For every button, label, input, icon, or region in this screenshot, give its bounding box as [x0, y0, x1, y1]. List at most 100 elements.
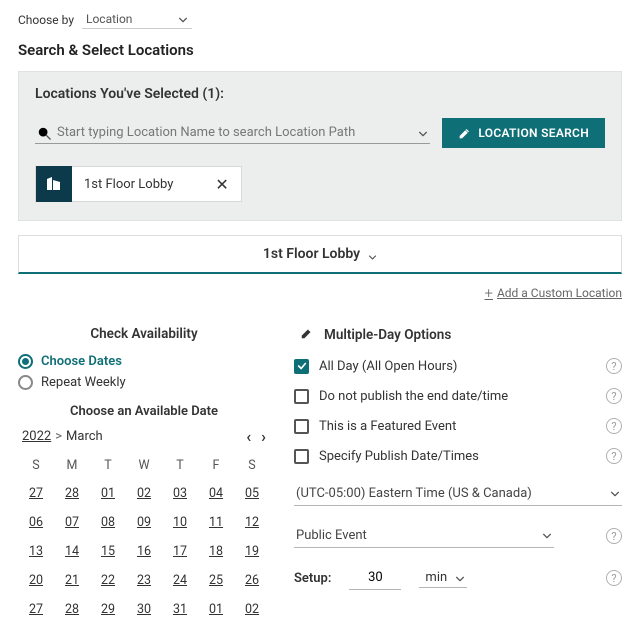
calendar-day[interactable]: 01 [90, 479, 126, 508]
timezone-value: (UTC-05:00) Eastern Time (US & Canada) [296, 486, 532, 501]
calendar-grid: SMTWTFS 27280102030405060708091011121314… [18, 452, 270, 624]
calendar-day[interactable]: 02 [234, 595, 270, 624]
calendar-day[interactable]: 28 [54, 595, 90, 624]
calendar-dow: F [198, 452, 234, 479]
option-specify-publish[interactable]: Specify Publish Date/Times ? [294, 448, 622, 464]
calendar-day[interactable]: 03 [162, 479, 198, 508]
calendar-day[interactable]: 31 [162, 595, 198, 624]
choose-by-value: Location [86, 12, 132, 26]
calendar-dow: T [90, 452, 126, 479]
calendar-day[interactable]: 06 [18, 508, 54, 537]
chevron-down-icon [178, 14, 188, 24]
radio-label: Choose Dates [41, 354, 122, 369]
calendar-day[interactable]: 10 [162, 508, 198, 537]
section-title: Search & Select Locations [18, 41, 622, 59]
visibility-value: Public Event [296, 528, 367, 543]
pencil-icon [300, 326, 314, 344]
checkbox-icon [294, 449, 309, 464]
calendar-day[interactable]: 30 [126, 595, 162, 624]
calendar-day[interactable]: 20 [18, 566, 54, 595]
chevron-down-icon [542, 530, 552, 540]
option-all-day[interactable]: All Day (All Open Hours) ? [294, 358, 622, 374]
panel-title: Locations You've Selected (1): [35, 86, 605, 102]
setup-unit-select[interactable]: min [419, 568, 467, 588]
visibility-select[interactable]: Public Event [294, 524, 554, 548]
calendar-prev[interactable]: ‹ [246, 427, 251, 446]
calendar-day[interactable]: 11 [198, 508, 234, 537]
radio-choose-dates[interactable]: Choose Dates [18, 354, 270, 369]
calendar-day[interactable]: 24 [162, 566, 198, 595]
radio-label: Repeat Weekly [41, 375, 126, 390]
location-search-input-wrap[interactable] [35, 122, 430, 144]
location-expand-label: 1st Floor Lobby [263, 246, 360, 262]
calendar-day[interactable]: 23 [126, 566, 162, 595]
checkbox-icon [294, 389, 309, 404]
help-icon[interactable]: ? [606, 448, 622, 464]
choose-by-select[interactable]: Location [82, 10, 192, 29]
checkbox-icon [294, 359, 309, 374]
calendar-day[interactable]: 02 [126, 479, 162, 508]
calendar-dow: T [162, 452, 198, 479]
calendar-day[interactable]: 04 [198, 479, 234, 508]
timezone-select[interactable]: (UTC-05:00) Eastern Time (US & Canada) [294, 482, 622, 506]
calendar-day[interactable]: 01 [198, 595, 234, 624]
calendar-day[interactable]: 08 [90, 508, 126, 537]
calendar-day[interactable]: 27 [18, 479, 54, 508]
option-label: All Day (All Open Hours) [319, 359, 457, 374]
help-icon[interactable]: ? [606, 358, 622, 374]
chevron-down-icon [455, 573, 465, 583]
checkbox-icon [294, 419, 309, 434]
calendar-day[interactable]: 05 [234, 479, 270, 508]
option-no-end[interactable]: Do not publish the end date/time ? [294, 388, 622, 404]
calendar-day[interactable]: 21 [54, 566, 90, 595]
remove-location-button[interactable]: ✕ [203, 175, 240, 194]
availability-title: Check Availability [18, 326, 270, 342]
chevron-down-icon[interactable] [418, 128, 428, 138]
calendar-day[interactable]: 07 [54, 508, 90, 537]
options-title: Multiple-Day Options [324, 327, 451, 343]
calendar-day[interactable]: 12 [234, 508, 270, 537]
setup-value-input[interactable] [349, 566, 401, 590]
location-search-button-label: LOCATION SEARCH [478, 126, 589, 140]
location-search-input[interactable] [57, 125, 408, 140]
radio-icon [18, 375, 33, 390]
location-chip-label: 1st Floor Lobby [72, 177, 203, 192]
calendar-month: March [66, 429, 103, 444]
calendar-day[interactable]: 26 [234, 566, 270, 595]
setup-unit-value: min [425, 570, 447, 585]
radio-repeat-weekly[interactable]: Repeat Weekly [18, 375, 270, 390]
choose-by-label: Choose by [18, 13, 74, 27]
calendar-day[interactable]: 25 [198, 566, 234, 595]
calendar-dow: M [54, 452, 90, 479]
building-icon [36, 166, 72, 202]
help-icon[interactable]: ? [606, 418, 622, 434]
calendar-day[interactable]: 29 [90, 595, 126, 624]
selected-locations-panel: Locations You've Selected (1): LOCATION … [18, 71, 622, 221]
chevron-down-icon [368, 250, 377, 259]
chevron-down-icon [610, 488, 620, 498]
help-icon[interactable]: ? [606, 388, 622, 404]
plus-icon: + [484, 284, 492, 302]
add-custom-location-row: + Add a Custom Location [18, 284, 622, 302]
calendar-day[interactable]: 28 [54, 479, 90, 508]
option-featured[interactable]: This is a Featured Event ? [294, 418, 622, 434]
help-icon[interactable]: ? [606, 528, 622, 544]
location-chip: 1st Floor Lobby ✕ [35, 166, 242, 202]
calendar-day[interactable]: 27 [18, 595, 54, 624]
option-label: Do not publish the end date/time [319, 389, 508, 404]
radio-icon [18, 354, 33, 369]
calendar-next[interactable]: › [261, 427, 266, 446]
search-icon [37, 126, 51, 140]
add-custom-location-link[interactable]: Add a Custom Location [497, 286, 622, 300]
availability-column: Check Availability Choose Dates Repeat W… [18, 326, 270, 624]
calendar-day[interactable]: 22 [90, 566, 126, 595]
calendar-dow: W [126, 452, 162, 479]
help-icon[interactable]: ? [606, 570, 622, 586]
calendar-dow: S [18, 452, 54, 479]
option-label: Specify Publish Date/Times [319, 449, 479, 464]
location-expand-row[interactable]: 1st Floor Lobby [18, 235, 622, 274]
calendar-year[interactable]: 2022 [22, 429, 51, 444]
location-search-button[interactable]: LOCATION SEARCH [442, 118, 605, 148]
calendar-day[interactable]: 09 [126, 508, 162, 537]
breadcrumb-separator: > [55, 429, 62, 444]
